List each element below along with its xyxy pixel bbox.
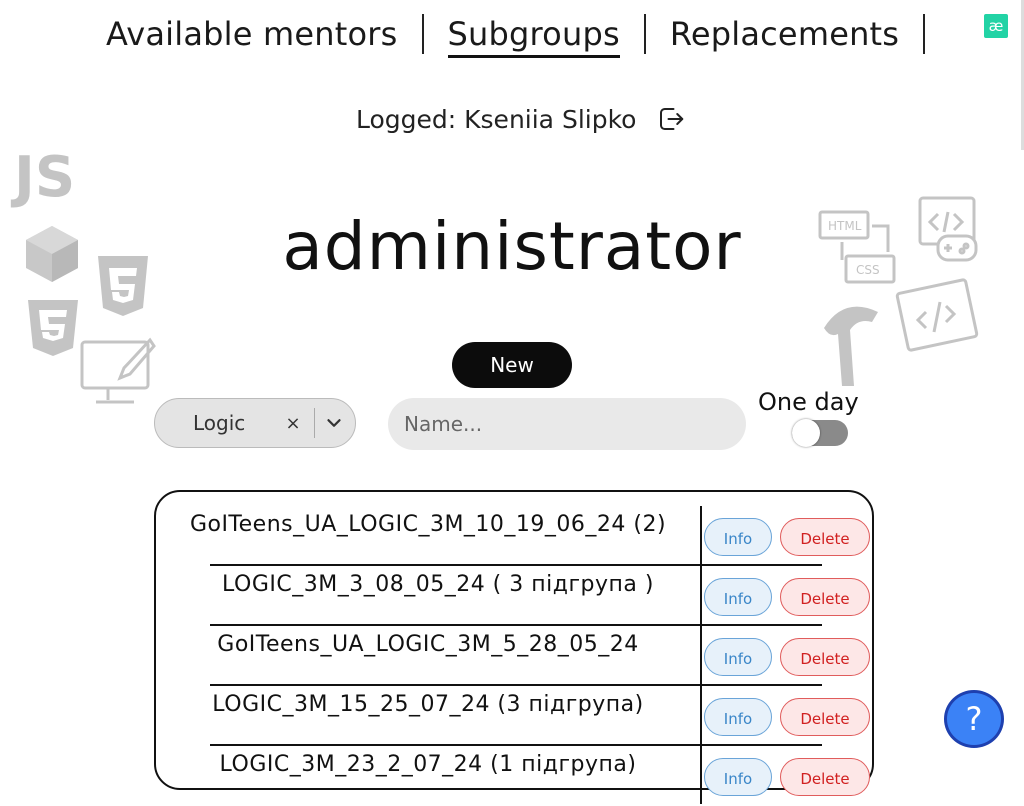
session-info: Logged: Kseniia Slipko [356,104,686,134]
hammer-icon [818,300,884,390]
row-divider [700,506,702,564]
delete-button[interactable]: Delete [780,698,870,736]
subgroup-name: GoITeens_UA_LOGIC_3M_5_28_05_24 [217,632,639,657]
one-day-label: One day [758,388,859,416]
code-window-icon [894,272,982,362]
delete-button[interactable]: Delete [780,638,870,676]
nav-replacements-label: Replacements [669,15,900,53]
nav-available-mentors[interactable]: Available mentors [82,14,424,54]
nav-replacements[interactable]: Replacements [646,14,926,54]
page-title: administrator [282,208,742,285]
top-nav: Available mentors Subgroups Replacements [82,14,926,58]
course-select-value: Logic [193,411,246,435]
table-row: GoITeens_UA_LOGIC_3M_5_28_05_24 Info Del… [156,626,872,686]
row-divider [700,746,702,804]
subgroups-panel: GoITeens_UA_LOGIC_3M_10_19_06_24 (2) Inf… [154,490,874,804]
table-row: LOGIC_3M_23_2_07_24 (1 підгрупа) Info De… [156,746,872,806]
name-search-input[interactable] [388,398,746,450]
table-row: GoITeens_UA_LOGIC_3M_10_19_06_24 (2) Inf… [156,506,872,566]
delete-button[interactable]: Delete [780,578,870,616]
nav-subgroups-label: Subgroups [447,15,620,58]
table-row: LOGIC_3M_3_08_05_24 ( 3 підгрупа ) Info … [156,566,872,626]
row-divider [700,626,702,684]
course-select[interactable]: Logic × [154,398,356,448]
logged-user-text: Logged: Kseniia Slipko [356,104,637,134]
design-monitor-icon [78,336,158,412]
help-question-icon: ? [965,700,983,738]
css3-icon [24,298,82,358]
nav-available-mentors-label: Available mentors [106,15,398,53]
js-logo-icon: JS [14,145,76,210]
delete-button[interactable]: Delete [780,518,870,556]
subgroup-name: LOGIC_3M_3_08_05_24 ( 3 підгрупа ) [222,572,654,597]
info-button[interactable]: Info [704,518,772,556]
one-day-toggle[interactable] [792,419,848,447]
logout-icon[interactable] [656,104,686,134]
info-button[interactable]: Info [704,578,772,616]
info-button[interactable]: Info [704,638,772,676]
subgroup-name: LOGIC_3M_15_25_07_24 (3 підгрупа) [212,692,644,717]
info-button[interactable]: Info [704,758,772,796]
delete-button[interactable]: Delete [780,758,870,796]
help-button[interactable]: ? [944,690,1004,748]
subgroup-name: LOGIC_3M_23_2_07_24 (1 підгрупа) [219,752,637,777]
row-divider [700,686,702,744]
row-divider [700,566,702,624]
clear-icon[interactable]: × [280,413,306,434]
select-separator [314,408,315,438]
info-button[interactable]: Info [704,698,772,736]
new-subgroup-button[interactable]: New [452,342,572,388]
chevron-down-icon[interactable] [323,412,345,434]
nav-subgroups[interactable]: Subgroups [424,14,646,58]
extension-badge-icon[interactable]: æ [984,14,1008,38]
table-row: LOGIC_3M_15_25_07_24 (3 підгрупа) Info D… [156,686,872,746]
toggle-knob [792,419,820,447]
subgroup-name: GoITeens_UA_LOGIC_3M_10_19_06_24 (2) [189,512,667,537]
